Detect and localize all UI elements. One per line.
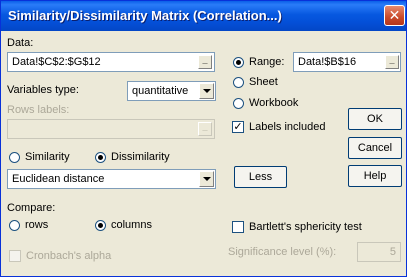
similarity-radio[interactable] bbox=[9, 152, 20, 163]
significance-level-value: 5 bbox=[389, 246, 396, 258]
distance-measure-value: Euclidean distance bbox=[12, 173, 105, 185]
chevron-down-icon[interactable] bbox=[199, 83, 214, 99]
dialog-window: Similarity/Dissimilarity Matrix (Correla… bbox=[0, 0, 407, 277]
window-title: Similarity/Dissimilarity Matrix (Correla… bbox=[8, 8, 282, 23]
sheet-label: Sheet bbox=[249, 76, 278, 88]
data-range-input[interactable]: Data!$C$2:$G$12 bbox=[7, 52, 215, 72]
data-range-value: Data!$C$2:$G$12 bbox=[12, 56, 101, 68]
less-button[interactable]: Less bbox=[234, 166, 287, 188]
dissimilarity-radio[interactable] bbox=[95, 152, 106, 163]
dissimilarity-label: Dissimilarity bbox=[111, 151, 170, 163]
significance-level-label: Significance level (%): bbox=[228, 246, 337, 258]
compare-columns-radio[interactable] bbox=[95, 220, 106, 231]
sheet-radio[interactable] bbox=[233, 77, 244, 88]
compare-rows-label: rows bbox=[25, 219, 49, 231]
range-select-icon[interactable]: _ bbox=[385, 55, 399, 69]
close-button[interactable]: ✕ bbox=[384, 5, 405, 26]
bartlett-checkbox[interactable] bbox=[232, 221, 244, 233]
cronbach-alpha-label: Cronbach's alpha bbox=[26, 250, 112, 262]
bartlett-label: Bartlett's sphericity test bbox=[249, 221, 362, 233]
variables-type-value: quantitative bbox=[132, 85, 189, 97]
rows-labels-input[interactable] bbox=[7, 119, 215, 139]
labels-included-checkbox[interactable]: ✓ bbox=[232, 121, 244, 133]
range-label: Range: bbox=[249, 56, 285, 68]
chevron-down-icon[interactable] bbox=[199, 171, 214, 187]
compare-columns-label: columns bbox=[111, 219, 152, 231]
ok-button[interactable]: OK bbox=[348, 108, 402, 130]
rows-labels-label: Rows labels: bbox=[7, 104, 70, 116]
data-range-select-icon[interactable]: _ bbox=[198, 55, 212, 69]
range-radio[interactable] bbox=[233, 57, 244, 68]
distance-measure-select[interactable]: Euclidean distance bbox=[7, 169, 216, 189]
variables-type-select[interactable]: quantitative bbox=[127, 81, 216, 101]
range-value: Data!$B$16 bbox=[298, 56, 357, 68]
cronbach-alpha-checkbox[interactable] bbox=[9, 250, 21, 262]
significance-level-input[interactable]: 5 bbox=[357, 242, 401, 262]
title-bar[interactable]: Similarity/Dissimilarity Matrix (Correla… bbox=[1, 1, 406, 31]
compare-rows-radio[interactable] bbox=[9, 220, 20, 231]
similarity-label: Similarity bbox=[25, 151, 70, 163]
variables-type-label: Variables type: bbox=[7, 84, 79, 96]
cancel-button[interactable]: Cancel bbox=[348, 137, 402, 159]
compare-label: Compare: bbox=[7, 202, 56, 214]
help-button[interactable]: Help bbox=[348, 165, 402, 187]
rows-labels-select-icon[interactable]: _ bbox=[198, 122, 212, 136]
labels-included-label: Labels included bbox=[249, 121, 326, 133]
workbook-radio[interactable] bbox=[233, 98, 244, 109]
workbook-label: Workbook bbox=[249, 97, 299, 109]
data-label: Data: bbox=[7, 37, 34, 49]
